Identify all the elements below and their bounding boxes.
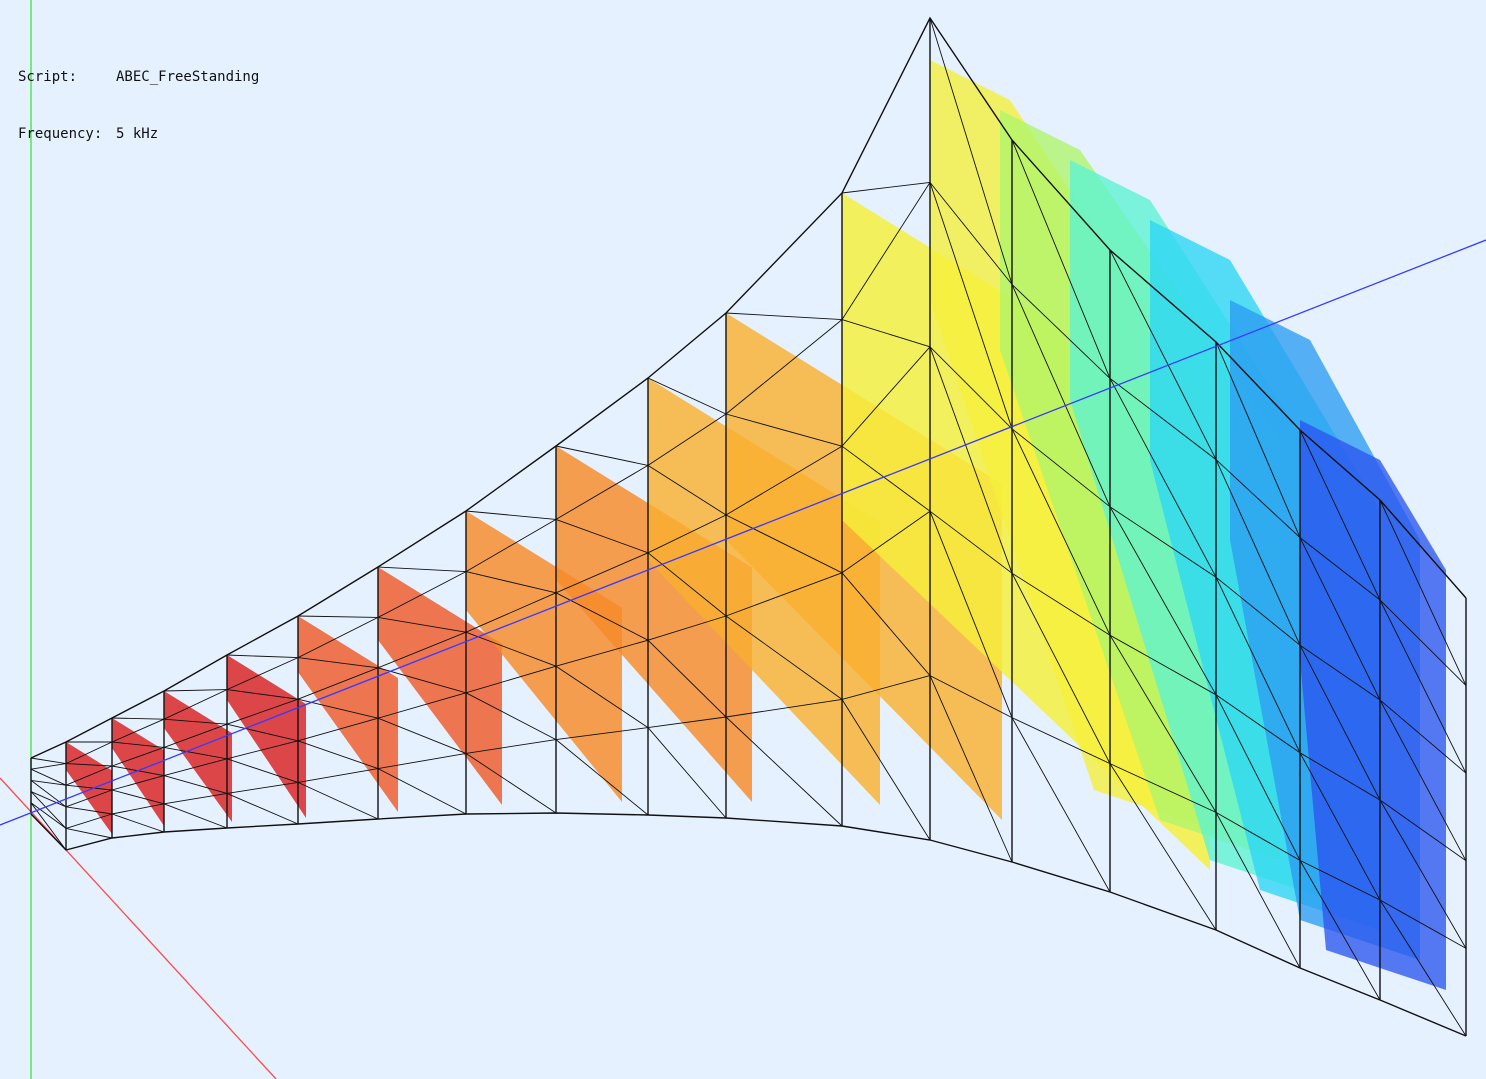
field-slice-4 [227,655,306,818]
mesh-diagonal [377,566,467,573]
mesh-diagonal [163,803,228,829]
mesh-edge [30,802,67,829]
3d-viewport[interactable]: Script: ABEC_FreeStanding Frequency: 5 kHz [0,0,1486,1079]
script-value: ABEC_FreeStanding [116,69,260,85]
mesh-diagonal [297,781,379,820]
mesh-edge [30,763,67,770]
pressure-field-slices [66,60,1446,990]
mesh-diagonal [725,312,843,321]
mesh-diagonal [226,654,299,659]
script-row: Script: ABEC_FreeStanding [18,68,259,87]
mesh-diagonal [30,757,67,765]
script-label: Script: [18,69,78,85]
frequency-value: 5 kHz [116,126,159,142]
info-overlay: Script: ABEC_FreeStanding Frequency: 5 kHz [18,30,259,182]
frequency-row: Frequency: 5 kHz [18,125,259,144]
mesh-edge [297,768,379,783]
mesh-diagonal [111,717,165,720]
mesh-diagonal [111,813,165,833]
frequency-label: Frequency: [18,126,103,142]
mesh-diagonal [465,753,557,814]
mesh-diagonal [65,827,113,839]
mesh-diagonal [226,792,299,825]
mesh-diagonal [297,615,379,618]
mesh-diagonal [465,510,557,520]
mesh-diagonal [163,689,228,692]
field-slice-2 [112,718,164,826]
mesh-diagonal [841,181,931,194]
